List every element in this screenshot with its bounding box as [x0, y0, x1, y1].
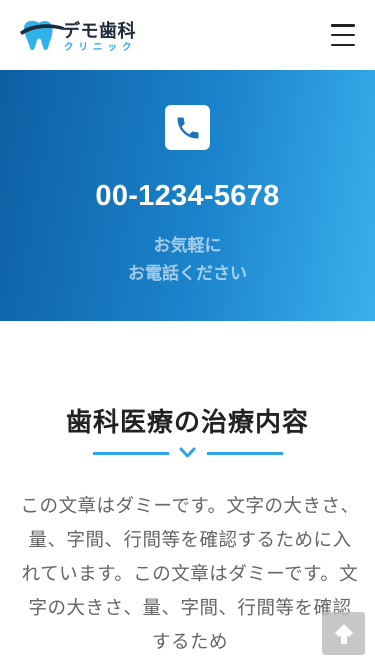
menu-bar	[331, 24, 355, 27]
chevron-down-icon	[179, 447, 196, 458]
phone-glyph	[177, 117, 198, 138]
call-prompt-line2: お電話ください	[128, 264, 247, 284]
call-prompt-line1: お気軽に	[153, 236, 222, 256]
site-header: デモ歯科 クリニック	[0, 0, 375, 70]
phone-number-link[interactable]: 00-1234-5678	[0, 180, 375, 213]
menu-bar	[331, 33, 355, 37]
site-logo[interactable]: デモ歯科 クリニック	[20, 16, 150, 56]
hamburger-icon[interactable]	[331, 24, 355, 46]
call-prompt: お気軽に お電話ください	[0, 232, 375, 288]
section-body-text: この文章はダミーです。文字の大きさ、量、字間、行間等を確認するために入れています…	[20, 496, 360, 653]
phone-icon	[165, 105, 210, 150]
logo-subtitle: クリニック	[64, 42, 137, 53]
section-title: 歯科医療の治療内容	[65, 408, 309, 438]
menu-bar	[331, 43, 355, 46]
divider-line-left	[93, 452, 169, 455]
title-divider	[93, 445, 283, 461]
back-to-top-button[interactable]	[322, 612, 365, 655]
tooth-logo-icon	[20, 20, 64, 51]
contact-hero: 00-1234-5678 お気軽に お電話ください	[0, 70, 375, 321]
divider-line-right	[207, 452, 283, 455]
arrow-up-icon	[334, 623, 353, 644]
